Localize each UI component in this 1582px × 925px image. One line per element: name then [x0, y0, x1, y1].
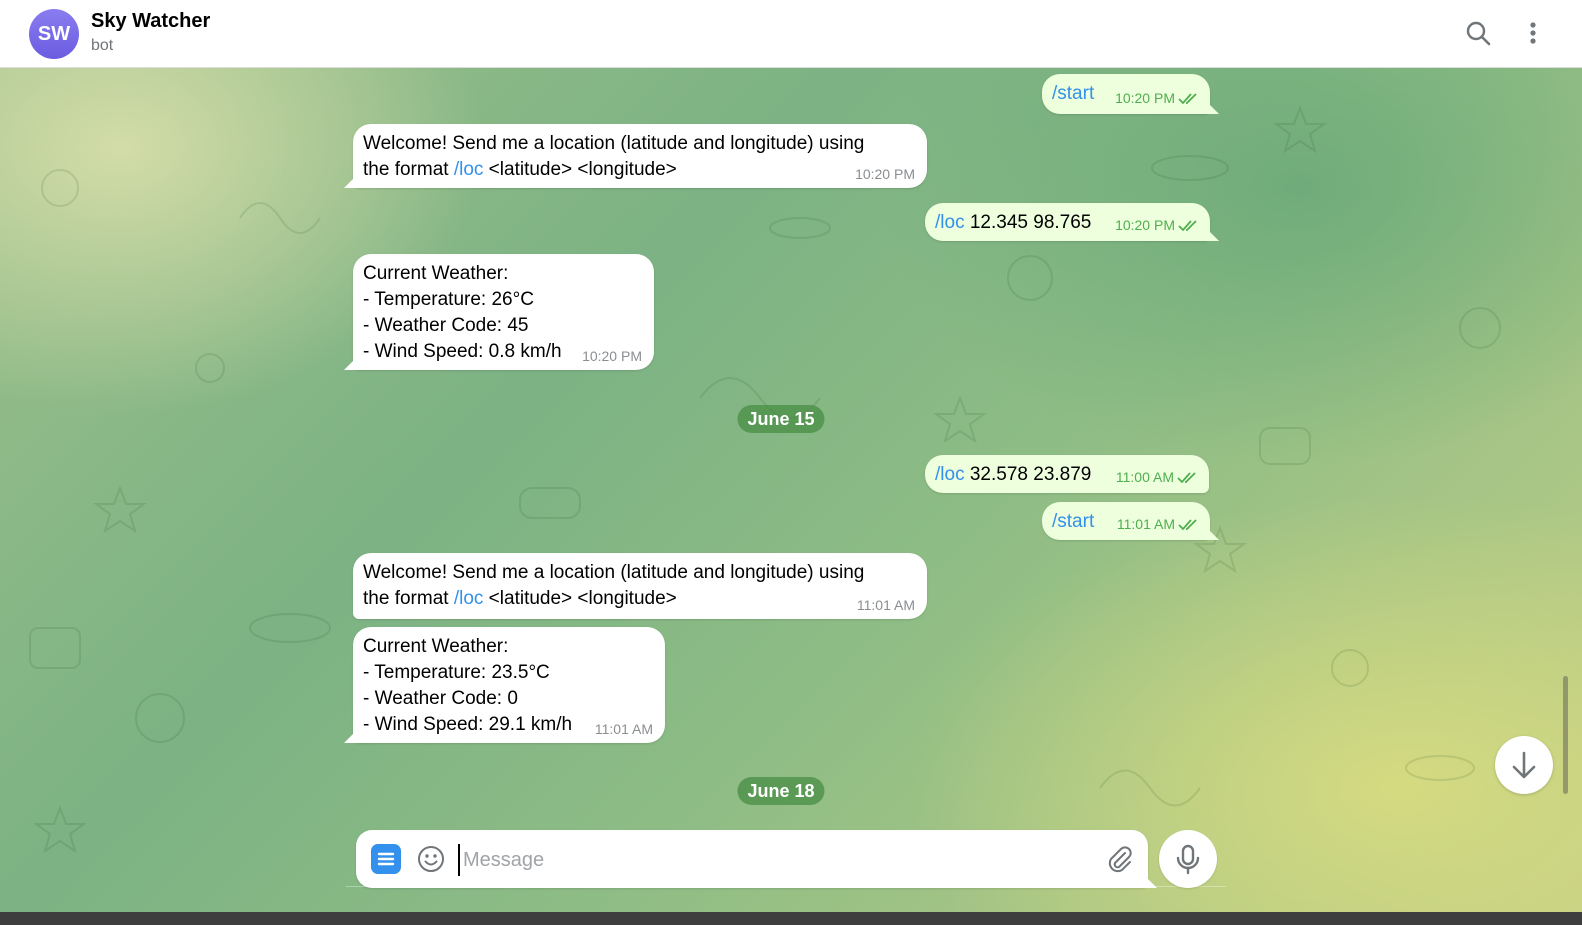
search-icon[interactable]	[1463, 18, 1493, 48]
message-text: 32.578 23.879	[964, 464, 1092, 485]
scrollbar[interactable]	[1563, 676, 1568, 794]
double-check-icon	[1178, 219, 1198, 235]
window-bottom-edge	[0, 912, 1582, 925]
avatar[interactable]: SW	[29, 9, 79, 59]
message-time: 10:20 PM	[1115, 90, 1175, 106]
outgoing-message[interactable]: /loc 12.345 98.765 10:20 PM	[925, 203, 1219, 241]
message-input[interactable]	[458, 844, 1105, 876]
message-text: Welcome! Send me a location (latitude an…	[363, 133, 865, 154]
message-text: - Weather Code: 45	[363, 315, 529, 336]
double-check-icon	[1177, 471, 1197, 487]
message-text: <latitude> <longitude>	[483, 588, 677, 609]
message-text: Current Weather:	[363, 263, 509, 284]
message-text: - Temperature: 26°C	[363, 289, 534, 310]
message-text: Welcome! Send me a location (latitude an…	[363, 562, 865, 583]
command-link[interactable]: /start	[1052, 83, 1094, 104]
message-composer	[356, 830, 1157, 888]
message-time: 11:01 AM	[1116, 516, 1175, 532]
attach-icon[interactable]	[1104, 844, 1134, 874]
scroll-to-bottom-button[interactable]	[1495, 736, 1553, 794]
message-time: 11:00 AM	[1115, 469, 1174, 485]
message-text: Current Weather:	[363, 636, 509, 657]
message-text: 12.345 98.765	[964, 212, 1092, 233]
incoming-message[interactable]: Welcome! Send me a location (latitude an…	[344, 124, 927, 188]
menu-icon	[377, 852, 395, 866]
message-text: - Temperature: 23.5°C	[363, 662, 550, 683]
command-link[interactable]: /start	[1052, 511, 1094, 532]
message-time: 10:20 PM	[1115, 217, 1175, 233]
double-check-icon	[1178, 518, 1198, 534]
message-text: the format	[363, 588, 454, 609]
chat-background[interactable]: /start 10:20 PM Welcome! Send me a locat…	[0, 68, 1582, 916]
chat-subtitle: bot	[91, 37, 114, 54]
emoji-icon[interactable]	[416, 844, 446, 874]
date-separator: June 15	[737, 405, 825, 433]
arrow-down-icon	[1512, 751, 1536, 779]
microphone-icon	[1176, 844, 1200, 875]
incoming-message[interactable]: Current Weather: - Temperature: 26°C - W…	[344, 254, 654, 370]
double-check-icon	[1178, 92, 1198, 108]
outgoing-message[interactable]: /start 11:01 AM	[1042, 502, 1219, 540]
incoming-message[interactable]: Welcome! Send me a location (latitude an…	[353, 553, 927, 619]
message-time: 11:01 AM	[856, 597, 915, 613]
incoming-message[interactable]: Current Weather: - Temperature: 23.5°C -…	[344, 627, 665, 743]
more-vertical-icon[interactable]	[1518, 18, 1548, 48]
command-link[interactable]: /loc	[454, 588, 484, 609]
message-time: 11:01 AM	[594, 721, 653, 737]
message-text: - Weather Code: 0	[363, 688, 518, 709]
message-time: 10:20 PM	[582, 348, 642, 364]
chat-header: SW Sky Watcher bot	[0, 0, 1582, 68]
date-separator: June 18	[737, 777, 825, 805]
bot-menu-button[interactable]	[371, 844, 401, 874]
message-time: 10:20 PM	[855, 166, 915, 182]
command-link[interactable]: /loc	[935, 212, 965, 233]
message-text: the format	[363, 159, 454, 180]
voice-record-button[interactable]	[1159, 830, 1217, 888]
outgoing-message[interactable]: /loc 32.578 23.879 11:00 AM	[925, 455, 1209, 493]
chat-title[interactable]: Sky Watcher	[91, 10, 210, 33]
command-link[interactable]: /loc	[935, 464, 965, 485]
outgoing-message[interactable]: /start 10:20 PM	[1042, 74, 1219, 114]
command-link[interactable]: /loc	[454, 159, 484, 180]
message-text: <latitude> <longitude>	[483, 159, 677, 180]
